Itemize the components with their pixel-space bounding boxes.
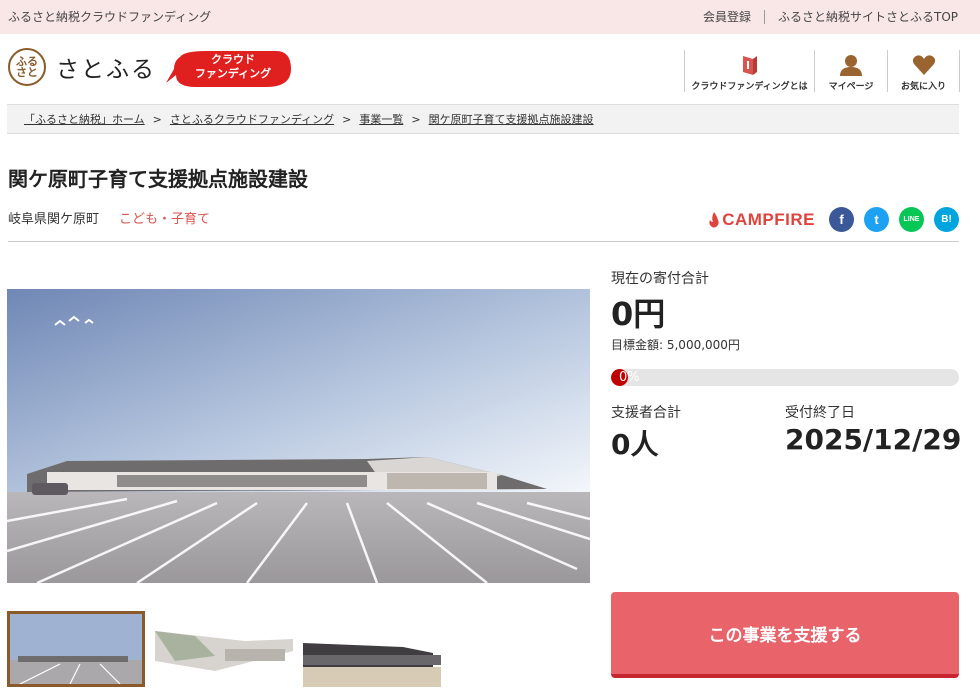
hatena-icon: B!: [941, 214, 952, 225]
progress-percent: 0%: [619, 370, 640, 385]
image-thumbnails: [7, 611, 451, 687]
site-header: ふる さと さとふる クラウド ファンディング クラウドファンディングとは マイ…: [0, 34, 980, 104]
top-bar: ふるさと納税クラウドファンディング 会員登録 ふるさと納税サイトさとふるTOP: [0, 0, 980, 34]
top-links: 会員登録 ふるさと納税サイトさとふるTOP: [703, 8, 958, 25]
nav-mypage[interactable]: マイページ: [814, 50, 887, 92]
nav-favorites-label: お気に入り: [900, 82, 946, 92]
hatena-share-button[interactable]: B!: [934, 207, 959, 232]
facebook-share-button[interactable]: f: [829, 207, 854, 232]
thumbnail-1[interactable]: [7, 611, 145, 687]
nav-favorites[interactable]: お気に入り: [887, 50, 960, 92]
flame-icon: [709, 211, 719, 227]
nav-about-label: クラウドファンディングとは: [691, 82, 808, 92]
user-icon: [840, 55, 862, 76]
project-meta: 岐阜県関ケ原町 こども・子育て: [8, 208, 210, 227]
breadcrumb: 「ふるさと納税」ホーム > さとふるクラウドファンディング > 事業一覧 > 関…: [7, 104, 959, 134]
goal-amount: 目標金額: 5,000,000円: [611, 338, 740, 352]
breadcrumb-crowdfunding[interactable]: さとふるクラウドファンディング: [170, 111, 334, 127]
breadcrumb-separator: >: [411, 112, 421, 126]
nav-mypage-label: マイページ: [828, 82, 874, 92]
project-title: 関ケ原町子育て支援拠点施設建設: [8, 167, 308, 191]
twitter-icon: t: [874, 212, 879, 227]
logo-seal-icon: ふる さと: [8, 48, 46, 86]
badge-label: クラウド ファンディング: [194, 53, 272, 80]
register-link[interactable]: 会員登録: [703, 8, 751, 25]
project-main-image: [7, 289, 590, 583]
total-donation-label: 現在の寄付合計: [611, 271, 709, 287]
top-link-divider: [763, 9, 765, 24]
book-icon: [742, 56, 757, 75]
supporters-value: 0人: [611, 428, 659, 461]
thumbnail-2[interactable]: [155, 611, 293, 687]
twitter-share-button[interactable]: t: [864, 207, 889, 232]
facility-rendering: [7, 289, 590, 583]
breadcrumb-home[interactable]: 「ふるさと納税」ホーム: [24, 111, 145, 127]
thumbnail-1-image: [10, 614, 142, 684]
line-share-button[interactable]: LINE: [899, 207, 924, 232]
breadcrumb-separator: >: [342, 112, 352, 126]
deadline-label: 受付終了日: [785, 405, 855, 421]
thumbnail-3[interactable]: [303, 611, 441, 687]
header-nav: クラウドファンディングとは マイページ お気に入り: [684, 50, 960, 92]
line-icon: LINE: [903, 216, 920, 223]
project-location: 岐阜県関ケ原町: [8, 212, 100, 227]
title-divider: [8, 241, 959, 242]
satofull-logo[interactable]: ふる さと さとふる: [8, 48, 156, 86]
thumbnail-3-image: [303, 611, 441, 687]
campfire-logo[interactable]: CAMPFIRE: [708, 210, 815, 230]
heart-icon: [912, 55, 935, 75]
breadcrumb-projects[interactable]: 事業一覧: [359, 111, 403, 127]
nav-about-crowdfunding[interactable]: クラウドファンディングとは: [684, 50, 814, 92]
share-bar: CAMPFIRE f t LINE B!: [708, 207, 959, 232]
campfire-label: CAMPFIRE: [722, 209, 815, 229]
breadcrumb-current[interactable]: 関ケ原町子育て支援拠点施設建設: [429, 111, 594, 127]
deadline-value: 2025/12/29: [785, 423, 962, 456]
supporters-label: 支援者合計: [611, 405, 681, 421]
satofull-top-link[interactable]: ふるさと納税サイトさとふるTOP: [778, 8, 958, 25]
funding-progress-bar: 0%: [611, 369, 959, 386]
crowdfunding-badge[interactable]: クラウド ファンディング: [166, 49, 292, 89]
breadcrumb-separator: >: [152, 112, 162, 126]
total-donation-value: 0円: [611, 295, 666, 333]
project-category-link[interactable]: こども・子育て: [119, 208, 210, 227]
site-tagline: ふるさと納税クラウドファンディング: [8, 10, 212, 24]
thumbnail-2-image: [155, 611, 293, 687]
support-project-button[interactable]: この事業を支援する: [611, 592, 959, 678]
facebook-icon: f: [839, 212, 844, 227]
logo-text: さとふる: [56, 57, 156, 83]
